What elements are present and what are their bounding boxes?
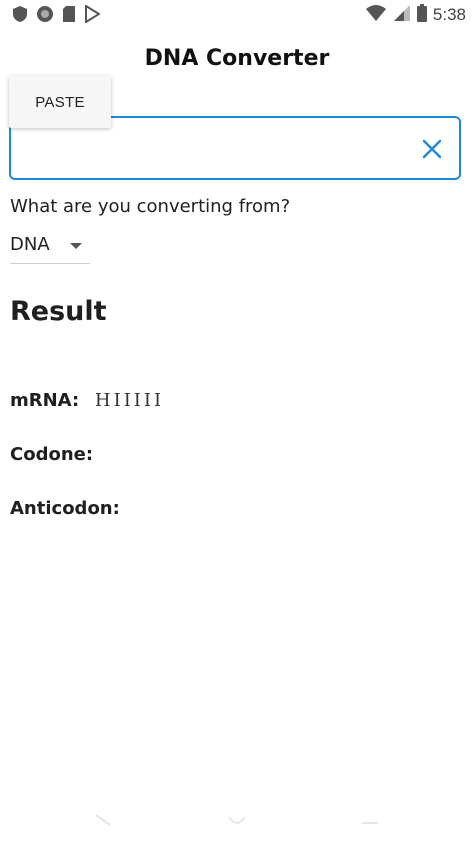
selected-type: DNA — [10, 234, 50, 255]
status-bar: 5:38 — [0, 0, 474, 30]
play-store-icon — [84, 4, 101, 27]
result-label: Anticodon: — [10, 498, 120, 519]
sd-card-icon — [62, 5, 76, 27]
result-label: Codone: — [10, 444, 94, 465]
clear-icon[interactable] — [421, 138, 443, 160]
circle-record-icon — [36, 5, 54, 27]
recents-icon[interactable] — [360, 812, 380, 831]
shield-icon — [12, 5, 28, 27]
back-icon[interactable] — [94, 812, 112, 831]
result-value: HIIIII — [94, 390, 165, 411]
battery-icon — [416, 4, 427, 26]
paste-button[interactable]: PASTE — [9, 76, 111, 128]
wifi-icon — [365, 4, 387, 26]
result-label: mRNA: — [10, 390, 80, 411]
status-time: 5:38 — [432, 5, 466, 24]
conversion-question: What are you converting from? — [10, 196, 291, 217]
cell-signal-icon — [393, 4, 411, 26]
status-left-icons — [12, 4, 101, 27]
result-heading: Result — [10, 296, 107, 327]
home-icon[interactable] — [227, 812, 247, 831]
result-row-mrna: mRNA: HIIIII — [10, 390, 164, 411]
source-type-select[interactable]: DNA — [10, 232, 90, 264]
app-title: DNA Converter — [144, 46, 330, 71]
dropdown-arrow-icon — [70, 243, 82, 249]
navigation-bar — [0, 812, 474, 842]
result-row-codone: Codone: — [10, 444, 103, 465]
status-right-icons: 5:38 — [365, 4, 466, 26]
result-row-anticodon: Anticodon: — [10, 498, 130, 519]
